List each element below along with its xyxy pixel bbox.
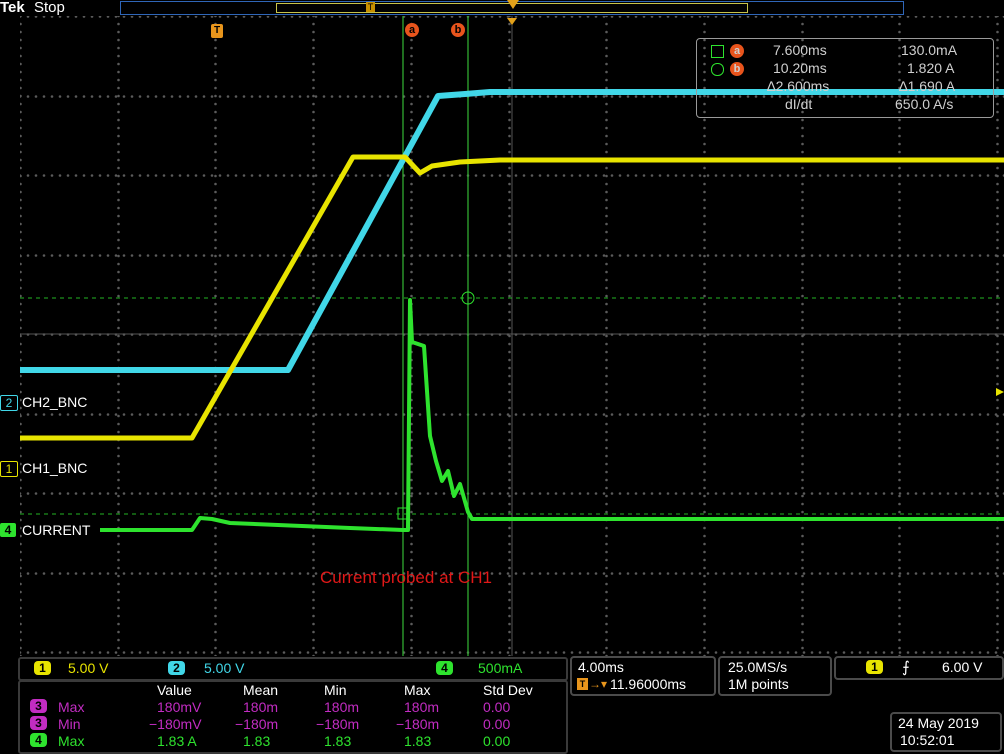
timebase-box[interactable]: 4.00ms T →▾ 11.96000ms bbox=[570, 656, 716, 696]
cursor-b-marker[interactable]: b bbox=[451, 23, 465, 37]
ch2-label: CH2_BNC bbox=[22, 394, 88, 410]
cursor-a-chip: a bbox=[730, 44, 744, 58]
col-min: Min bbox=[324, 682, 347, 698]
row-mean: −180m bbox=[235, 716, 279, 732]
row-min: 1.83 bbox=[324, 733, 352, 749]
channel-scale-bar: 1 5.00 V 2 5.00 V 4 500mA bbox=[18, 657, 568, 681]
trigger-level: 6.00 V bbox=[942, 659, 983, 675]
cursor-a-square-icon bbox=[711, 45, 724, 58]
row-ch-chip: 3 bbox=[30, 699, 47, 713]
cursor-b-chip: b bbox=[730, 62, 744, 76]
row-name: Max bbox=[58, 733, 85, 749]
delta-value: ∆1.690 A bbox=[899, 78, 956, 94]
ch1-scale-chip[interactable]: 1 bbox=[34, 661, 51, 675]
col-stddev: Std Dev bbox=[483, 682, 533, 698]
row-ch-chip: 3 bbox=[30, 716, 47, 730]
ch4-label: CURRENT bbox=[22, 522, 91, 538]
brand-logo: Tek bbox=[0, 0, 25, 16]
delta-time: ∆2.600ms bbox=[767, 78, 830, 94]
record-trigger-marker: T bbox=[366, 2, 375, 12]
ch2-scale-chip[interactable]: 2 bbox=[168, 661, 185, 675]
cursor-b-time: 10.20ms bbox=[773, 60, 827, 76]
table-row[interactable]: 3 Max 180mV 180m 180m 180m 0.00 bbox=[20, 699, 584, 715]
row-ch-chip: 4 bbox=[30, 733, 47, 747]
center-arrow-icon bbox=[507, 18, 517, 25]
cursor-a-value: 130.0mA bbox=[901, 42, 958, 58]
row-max: 1.83 bbox=[404, 733, 432, 749]
ch4-scale-chip[interactable]: 4 bbox=[436, 661, 453, 675]
row-std: 0.00 bbox=[483, 699, 511, 715]
sample-rate-box[interactable]: 25.0MS/s 1M points bbox=[718, 656, 832, 696]
date: 24 May 2019 bbox=[898, 715, 979, 731]
row-max: 180m bbox=[404, 699, 440, 715]
record-center-arrow-icon bbox=[507, 0, 519, 9]
record-length: 1M points bbox=[728, 676, 789, 692]
row-value: −180mV bbox=[149, 716, 202, 732]
col-value: Value bbox=[157, 682, 192, 698]
arrow-right-icon: →▾ bbox=[589, 677, 608, 691]
row-mean: 1.83 bbox=[243, 733, 271, 749]
cursor-a-marker[interactable]: a bbox=[405, 23, 419, 37]
cursor-a-time: 7.600ms bbox=[773, 42, 827, 58]
cursor-b-value: 1.820 A bbox=[907, 60, 955, 76]
table-row[interactable]: 4 Max 1.83 A 1.83 1.83 1.83 0.00 bbox=[20, 733, 584, 749]
time: 10:52:01 bbox=[900, 732, 955, 748]
row-name: Min bbox=[58, 716, 81, 732]
row-std: 0.00 bbox=[483, 716, 511, 732]
row-mean: 180m bbox=[243, 699, 279, 715]
trigger-box[interactable]: 1 ⨍ 6.00 V bbox=[834, 656, 1004, 680]
row-min: −180m bbox=[316, 716, 360, 732]
cursor-readout-panel: a 7.600ms 130.0mA b 10.20ms 1.820 A ∆2.6… bbox=[696, 38, 994, 118]
ch4-marker[interactable]: 4 bbox=[0, 523, 16, 537]
row-min: 180m bbox=[324, 699, 360, 715]
measurement-header-row: Value Mean Min Max Std Dev bbox=[20, 682, 584, 698]
ch4-scale[interactable]: 500mA bbox=[478, 660, 522, 676]
rate-label: dI/dt bbox=[785, 96, 813, 112]
table-row[interactable]: 3 Min −180mV −180m −180m −180m 0.00 bbox=[20, 716, 584, 732]
rate-value: 650.0 A/s bbox=[895, 96, 954, 112]
col-max: Max bbox=[404, 682, 431, 698]
col-mean: Mean bbox=[243, 682, 279, 698]
row-std: 0.00 bbox=[483, 733, 511, 749]
row-name: Max bbox=[58, 699, 85, 715]
datetime-box: 24 May 2019 10:52:01 bbox=[890, 712, 1002, 752]
ch1-marker[interactable]: 1 bbox=[0, 461, 18, 477]
measurement-table: Value Mean Min Max Std Dev 3 Max 180mV 1… bbox=[18, 680, 568, 754]
top-status-bar: Tek Stop T bbox=[0, 0, 1004, 16]
annotation-text: Current probed at CH1 bbox=[320, 568, 492, 587]
trigger-source-chip: 1 bbox=[866, 660, 883, 674]
ch2-scale[interactable]: 5.00 V bbox=[204, 660, 244, 676]
ch-offset-arrow-icon bbox=[996, 388, 1004, 396]
ch2-marker[interactable]: 2 bbox=[0, 395, 18, 411]
timebase-position: 11.96000ms bbox=[610, 676, 687, 692]
rising-edge-icon: ⨍ bbox=[902, 659, 910, 676]
ch1-label: CH1_BNC bbox=[22, 460, 88, 476]
ch1-scale[interactable]: 5.00 V bbox=[68, 660, 108, 676]
timebase-scale: 4.00ms bbox=[578, 659, 624, 675]
cursor-b-circle-icon bbox=[711, 63, 724, 76]
row-value: 1.83 A bbox=[157, 733, 197, 749]
row-max: −180m bbox=[396, 716, 440, 732]
acquisition-status[interactable]: Stop bbox=[34, 0, 65, 16]
sample-rate: 25.0MS/s bbox=[728, 659, 788, 675]
row-value: 180mV bbox=[157, 699, 202, 715]
trigger-position-marker[interactable]: T bbox=[211, 24, 223, 38]
